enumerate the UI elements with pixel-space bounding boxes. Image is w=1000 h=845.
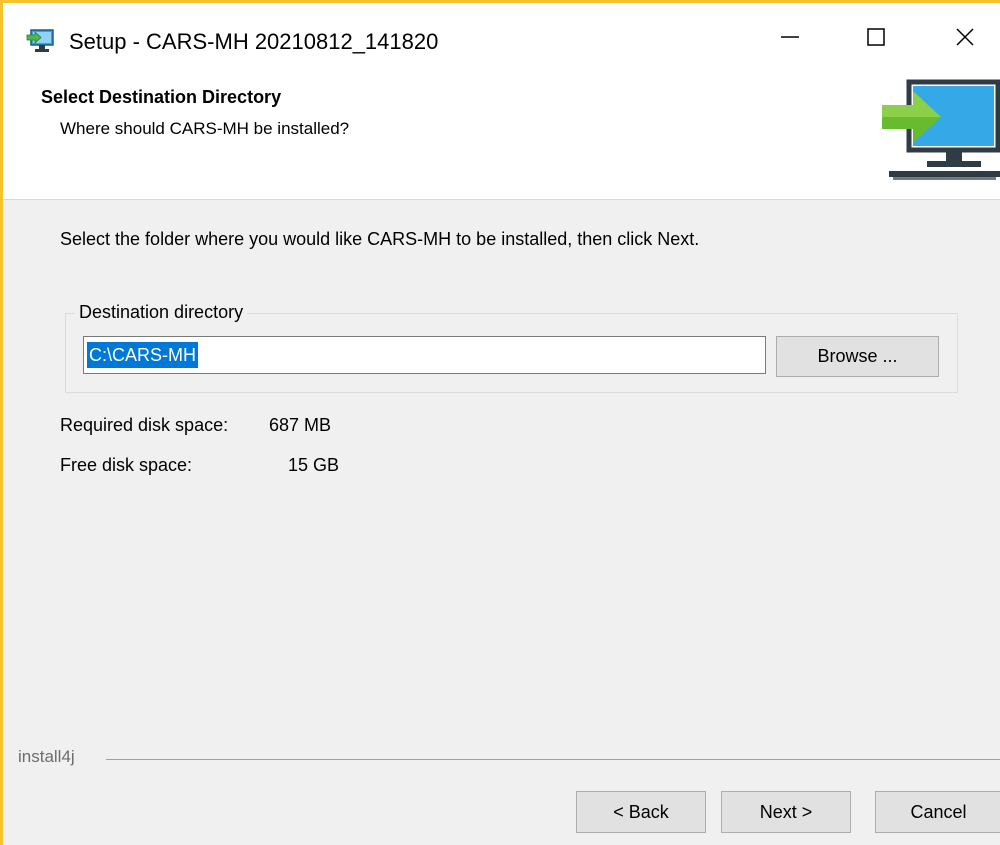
back-button[interactable]: < Back [576, 791, 706, 833]
free-disk-space-label: Free disk space: [60, 455, 193, 475]
brand-divider [106, 759, 1000, 760]
free-disk-space-value: 15 GB [288, 455, 340, 475]
minimize-button[interactable] [755, 3, 825, 75]
selected-text-highlight: C:\CARS-MH [87, 342, 198, 368]
monitor-arrow-icon [879, 79, 1000, 191]
cancel-button[interactable]: Cancel [875, 791, 1000, 833]
required-disk-space-label: Required disk space: [60, 415, 229, 435]
setup-window: Setup - CARS-MH 20210812_141820 Select D… [0, 0, 1000, 845]
next-button[interactable]: Next > [721, 791, 851, 833]
title-bar[interactable]: Setup - CARS-MH 20210812_141820 [3, 3, 1000, 75]
window-title: Setup - CARS-MH 20210812_141820 [69, 29, 439, 54]
wizard-header: Select Destination Directory Where shoul… [3, 75, 1000, 200]
brand-label: install4j [18, 747, 75, 766]
maximize-button[interactable] [841, 3, 911, 75]
installer-monitor-icon [26, 28, 56, 54]
maximize-icon [865, 26, 887, 53]
close-button[interactable] [930, 3, 1000, 75]
browse-button[interactable]: Browse ... [776, 336, 939, 377]
page-title: Select Destination Directory [41, 87, 282, 107]
instructions-text: Select the folder where you would like C… [60, 229, 700, 249]
minimize-icon [779, 26, 801, 53]
required-disk-space-value: 687 MB [269, 415, 332, 435]
close-icon [954, 26, 976, 53]
page-subtitle: Where should CARS-MH be installed? [60, 119, 350, 138]
destination-group-label: Destination directory [75, 302, 248, 323]
